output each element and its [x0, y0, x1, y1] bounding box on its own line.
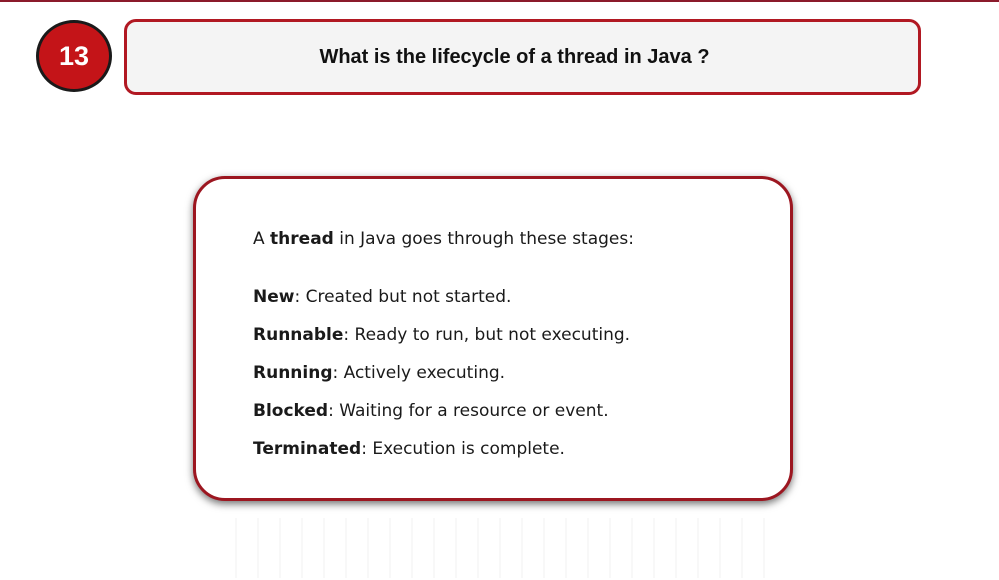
top-divider — [0, 0, 999, 2]
stage-description: : Actively executing. — [332, 363, 506, 383]
stage-name: Runnable — [253, 325, 344, 345]
stage-item-running: Running: Actively executing. — [253, 361, 634, 385]
stage-description: : Waiting for a resource or event. — [328, 401, 609, 421]
background-reflection — [235, 518, 775, 578]
stage-description: : Ready to run, but not executing. — [343, 325, 631, 345]
intro-sentence: A thread in Java goes through these stag… — [253, 227, 634, 251]
stage-item-blocked: Blocked: Waiting for a resource or event… — [253, 399, 634, 423]
stage-list: New: Created but not started. Runnable: … — [253, 285, 634, 461]
answer-content: A thread in Java goes through these stag… — [253, 227, 634, 475]
question-title: What is the lifecycle of a thread in Jav… — [319, 45, 710, 68]
stage-name: New — [253, 287, 295, 307]
stage-description: : Execution is complete. — [361, 439, 565, 459]
stage-name: Blocked — [253, 401, 329, 421]
intro-suffix: in Java goes through these stages: — [333, 229, 634, 249]
stage-name: Terminated — [253, 439, 362, 459]
question-banner: What is the lifecycle of a thread in Jav… — [124, 19, 921, 95]
question-number: 13 — [58, 40, 90, 71]
stage-name: Running — [253, 363, 333, 383]
stage-item-new: New: Created but not started. — [253, 285, 634, 309]
question-number-badge: 13 — [36, 20, 112, 92]
intro-prefix: A — [253, 229, 271, 249]
stage-item-runnable: Runnable: Ready to run, but not executin… — [253, 323, 634, 347]
answer-card: A thread in Java goes through these stag… — [193, 176, 793, 501]
intro-keyword: thread — [270, 229, 334, 249]
stage-description: : Created but not started. — [294, 287, 512, 307]
stage-item-terminated: Terminated: Execution is complete. — [253, 437, 634, 461]
